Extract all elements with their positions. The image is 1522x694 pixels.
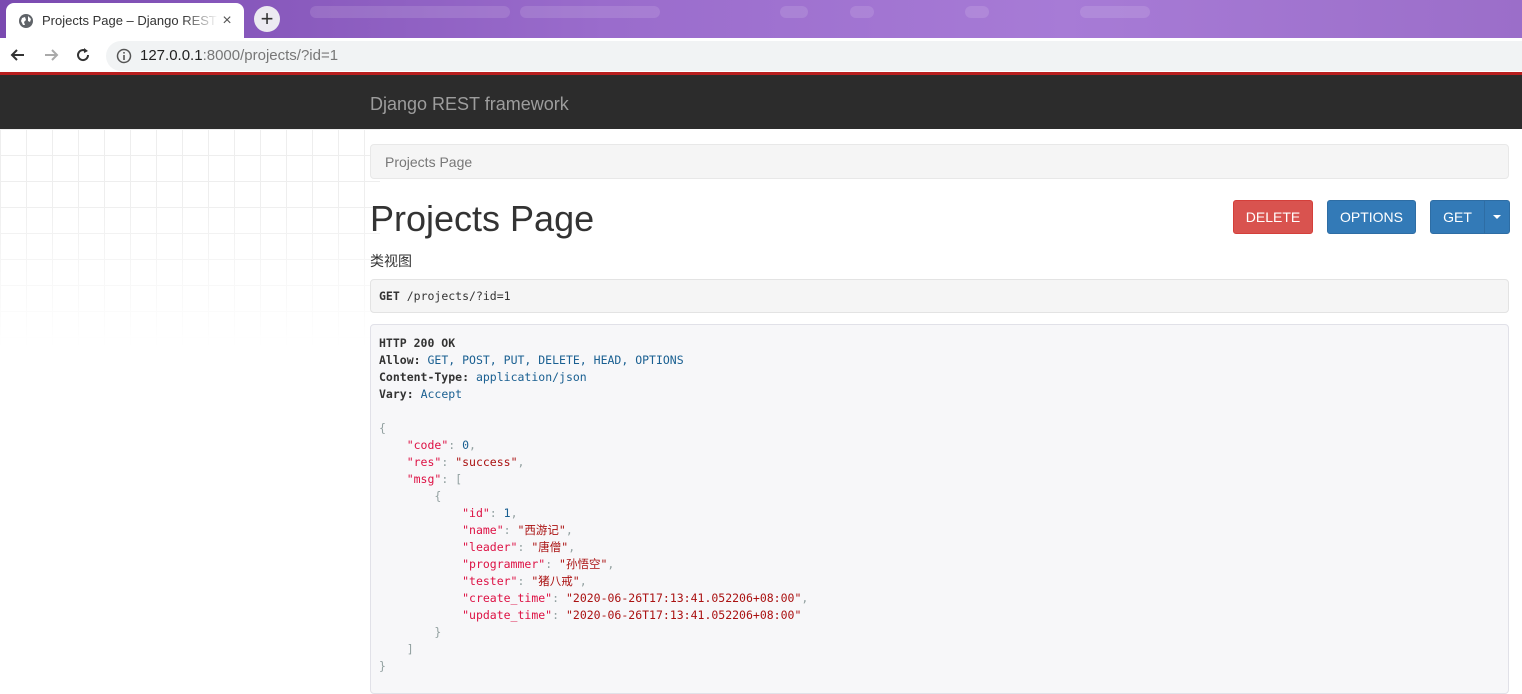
new-tab-button[interactable]: + <box>254 6 280 32</box>
json-line: "create_time": "2020-06-26T17:13:41.0522… <box>462 591 809 605</box>
blurred-bookmark <box>965 6 989 18</box>
blurred-bookmark <box>1080 6 1150 18</box>
json-line: "id": 1, <box>462 506 518 520</box>
browser-toolbar: 127.0.0.1:8000/projects/?id=1 <box>0 38 1522 72</box>
browser-tab-active[interactable]: Projects Page – Django REST framework × <box>6 3 244 38</box>
json-line: "name": "西游记", <box>462 523 573 537</box>
json-line: "res": "success", <box>406 455 525 469</box>
blurred-bookmark <box>310 6 510 18</box>
response-info: HTTP 200 OK Allow: GET, POST, PUT, DELET… <box>370 324 1509 694</box>
forward-arrow-icon <box>45 49 59 61</box>
response-header: Content-Type: application/json <box>379 370 587 384</box>
request-info: GET /projects/?id=1 <box>370 279 1509 313</box>
json-line: "update_time": "2020-06-26T17:13:41.0522… <box>462 608 802 622</box>
forward-button[interactable] <box>39 43 63 67</box>
browser-tab-bar: Projects Page – Django REST framework × … <box>0 0 1522 38</box>
response-status: HTTP 200 OK <box>379 336 456 350</box>
blurred-bookmark <box>780 6 808 18</box>
url-text: 127.0.0.1:8000/projects/?id=1 <box>140 47 338 65</box>
json-line: } <box>379 659 386 673</box>
json-line: "msg": [ <box>406 472 463 486</box>
breadcrumb-item[interactable]: Projects Page <box>385 154 472 170</box>
blurred-bookmark <box>520 6 660 18</box>
address-bar[interactable]: 127.0.0.1:8000/projects/?id=1 <box>106 41 1522 71</box>
reload-icon <box>77 48 90 62</box>
brand-link[interactable]: Django REST framework <box>370 94 569 115</box>
tab-title: Projects Page – Django REST framework <box>42 13 218 28</box>
back-arrow-icon <box>10 49 24 61</box>
response-header: Vary: Accept <box>379 387 463 401</box>
back-button[interactable] <box>6 43 30 67</box>
json-line: { <box>379 421 386 435</box>
response-header: Allow: GET, POST, PUT, DELETE, HEAD, OPT… <box>379 353 684 367</box>
options-button[interactable]: OPTIONS <box>1327 200 1416 234</box>
reload-button[interactable] <box>71 43 95 67</box>
get-button[interactable]: GET <box>1430 200 1485 234</box>
request-method: GET <box>379 289 400 303</box>
navbar: Django REST framework <box>0 75 1522 129</box>
info-icon[interactable] <box>116 48 132 64</box>
json-line: "programmer": "孙悟空", <box>462 557 615 571</box>
caret-down-icon <box>1493 215 1501 219</box>
json-line: "code": 0, <box>406 438 476 452</box>
json-line: } <box>434 625 442 639</box>
json-line: "tester": "猪八戒", <box>462 574 587 588</box>
url-host: 127.0.0.1 <box>140 47 203 64</box>
breadcrumb: Projects Page <box>370 144 1509 179</box>
json-line: "leader": "唐僧", <box>462 540 576 554</box>
page-title: Projects Page <box>370 198 595 239</box>
page-description: 类视图 <box>370 253 412 269</box>
get-format-dropdown[interactable] <box>1484 200 1510 234</box>
delete-button[interactable]: DELETE <box>1233 200 1313 234</box>
json-line: ] <box>406 642 414 656</box>
background-grid <box>0 129 380 349</box>
close-icon[interactable]: × <box>218 12 236 30</box>
json-line: { <box>434 489 442 503</box>
request-path: /projects/?id=1 <box>406 289 511 303</box>
blurred-bookmark <box>850 6 874 18</box>
url-path: :8000/projects/?id=1 <box>202 47 339 64</box>
globe-icon <box>19 13 33 28</box>
